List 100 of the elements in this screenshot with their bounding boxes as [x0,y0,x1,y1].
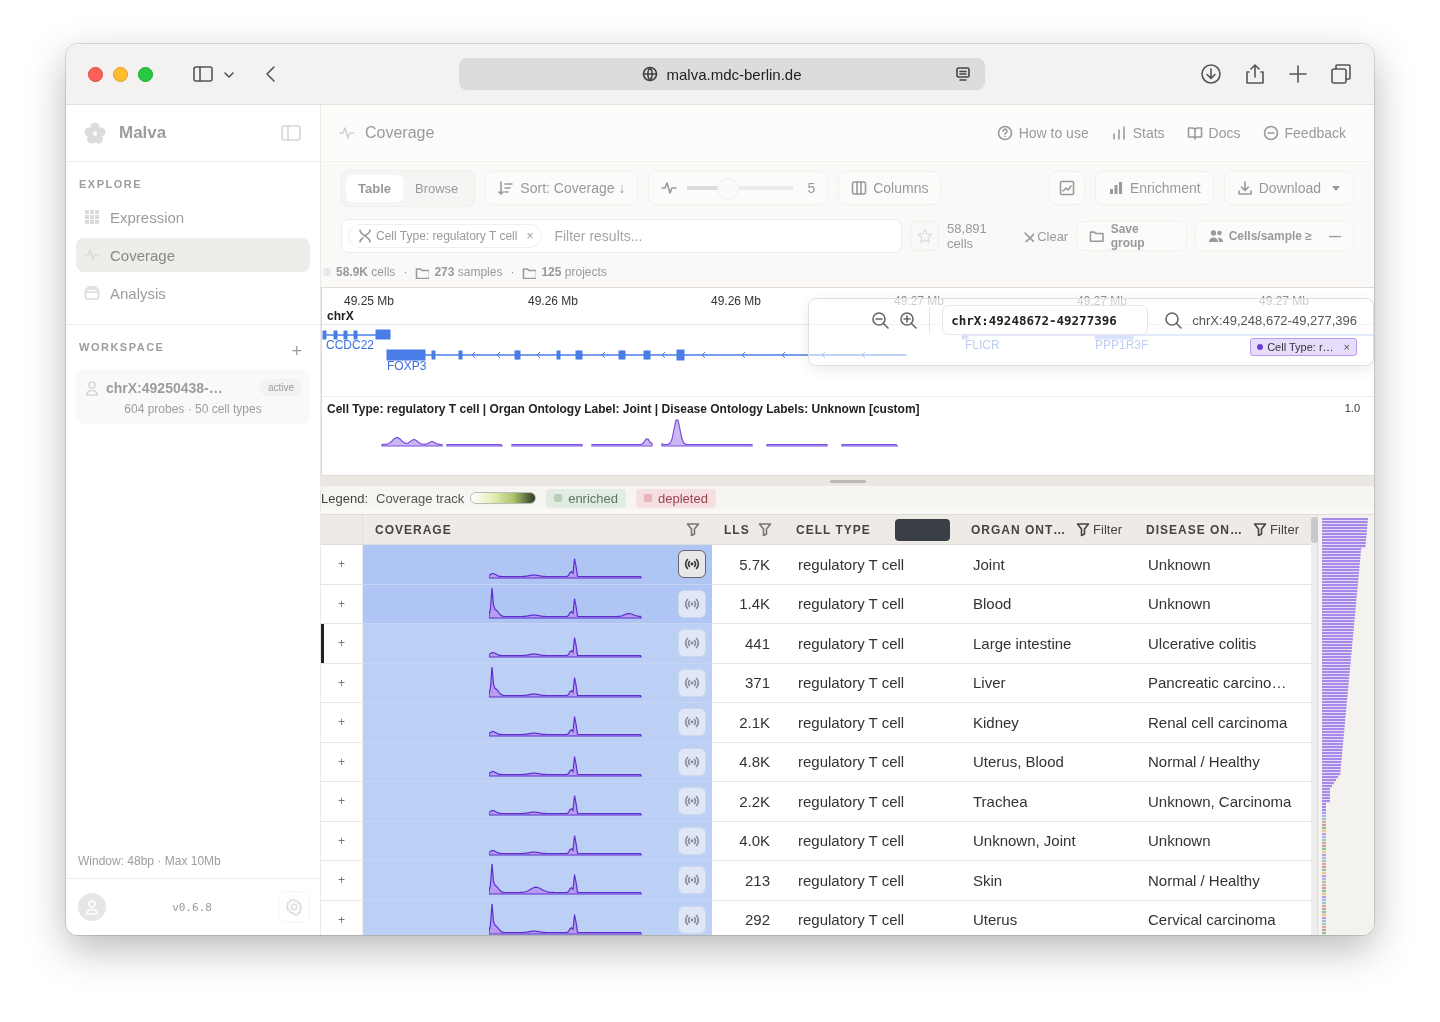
nav-item[interactable]: Expression [76,200,310,234]
new-tab-icon[interactable] [1288,64,1308,84]
gene-label[interactable]: CCDC22 [326,338,374,352]
version-label: v0.6.8 [171,900,213,914]
minimap-drawing[interactable] [1322,518,1368,935]
legend-chip: depleted [636,488,716,508]
nav-item[interactable]: Coverage [76,238,310,272]
filter-button[interactable]: Filter [1076,521,1122,538]
table-cell: regulatory T cell [784,782,959,822]
cell-count: 58,891 cells [947,221,988,251]
pulse-icon [661,180,680,196]
table-cell: regulatory T cell [784,742,959,782]
filter-icon [1253,521,1268,538]
status-badge: active [259,379,302,396]
view-tab[interactable]: Browse [403,174,471,202]
section-title: WORKSPACE [78,341,165,353]
scrollbar-thumb[interactable] [1311,517,1318,543]
column-header[interactable]: COVERAGE [375,522,452,537]
window-info: Window: 48bp · Max 10Mb [66,854,320,879]
table-cell: regulatory T cell [784,624,959,664]
table-cell: Liver [959,663,1134,703]
address-bar[interactable]: malva.mdc-berlin.de [459,58,985,90]
chip-label: Cell Type: regulatory T cell [376,229,518,243]
locus-text: chrX:49,248,672-49,277,396 [1192,312,1357,328]
header-link[interactable]: Docs [1186,125,1241,141]
gradient-swatch [470,492,537,504]
chart-button[interactable] [1048,171,1085,205]
stat-text: 125 projects [541,265,607,279]
sort-button[interactable]: Sort: Coverage ↓ [485,171,639,205]
line-chart-icon [1058,180,1075,196]
gene-drawing[interactable] [386,349,908,361]
header-link[interactable]: Stats [1110,125,1165,141]
workspace-card[interactable]: chrX:49250438-… active 604 probes · 50 cell types [76,369,310,424]
nav-item[interactable]: Analysis [76,276,310,310]
users-icon [1207,228,1224,244]
signal-button[interactable] [678,550,706,579]
filter-icon[interactable] [686,521,700,538]
remove-button[interactable]: × [526,229,534,243]
save-group-button[interactable]: Save group [1076,221,1187,251]
folder-icon [1089,228,1105,244]
track-chip[interactable]: Cell Type: r… × [1250,338,1357,356]
table-cell: regulatory T cell [784,703,959,743]
zoom-in-icon[interactable] [899,311,918,329]
bar-chart-icon [1107,180,1124,196]
tabs-icon[interactable] [1330,63,1352,85]
settings-icon [285,898,303,916]
search-icon[interactable] [1164,311,1183,329]
gene-drawing[interactable] [322,329,391,340]
table-cell: Trachea [959,782,1134,822]
resize-handle[interactable] [829,479,866,483]
caret-icon [1331,184,1341,192]
table-cell: regulatory T cell [784,545,959,585]
column-header[interactable]: DISEASE ON… [1146,522,1243,537]
folder-icon [415,265,430,279]
columns-button[interactable]: Columns [838,171,942,205]
separator-dot: · [510,265,515,279]
filter-icon[interactable] [757,521,772,538]
page-title: Coverage [365,124,435,142]
reader-icon[interactable] [955,66,971,82]
table-cell: regulatory T cell [784,584,959,624]
share-icon[interactable] [1244,63,1266,85]
header-link[interactable]: How to use [996,125,1089,141]
enrichment-button[interactable]: Enrichment [1094,171,1214,205]
clear-button[interactable]: Clear [1022,228,1069,244]
locus-field[interactable]: chrX:49248672-49277396 [942,305,1149,335]
table-cell: Blood [959,584,1134,624]
star-icon [916,228,933,244]
help-icon [996,125,1013,141]
url-text: malva.mdc-berlin.de [666,65,802,83]
download-icon[interactable] [1200,63,1222,85]
close-button[interactable] [88,66,103,82]
chip-label: Cell Type: r… [1267,341,1334,353]
table-cell: Joint [959,545,1134,585]
chromosome-label: chrX [327,309,354,323]
view-tab[interactable]: Table [346,174,403,202]
table-cell: regulatory T cell [784,663,959,703]
add-button[interactable]: + [291,340,310,362]
collapse-sidebar-icon[interactable] [280,123,302,143]
download-button[interactable]: Download [1223,171,1354,205]
sidebar-toggle-icon[interactable] [192,64,214,84]
cells-per-sample-field[interactable]: Cells/sample ≥ — [1194,221,1354,251]
workspace-name: chrX:49250438-… [106,379,223,396]
table-cell: 371 [712,663,784,703]
column-header[interactable]: ORGAN ONT… [971,522,1067,537]
column-header[interactable]: LLS [724,522,750,537]
remove-button[interactable]: × [1343,341,1350,353]
table-cell: 292 [712,900,784,935]
slider-thumb[interactable] [716,178,739,200]
zoom-button[interactable] [138,66,153,82]
axis-tick-label: 49.25 Mb [344,294,395,308]
filter-button[interactable]: Filter [1253,521,1299,538]
table-cell: regulatory T cell [784,900,959,935]
minimize-button[interactable] [113,66,128,82]
table-cell: Large intestine [959,624,1134,664]
back-icon[interactable] [263,64,277,84]
filter-field[interactable]: Cell Type: regulatory T cell × Filter results... [341,219,902,253]
header-link[interactable]: Feedback [1262,125,1346,141]
gene-label[interactable]: FOXP3 [387,359,427,373]
field-value: — [1329,229,1341,243]
zoom-out-icon[interactable] [871,311,890,329]
